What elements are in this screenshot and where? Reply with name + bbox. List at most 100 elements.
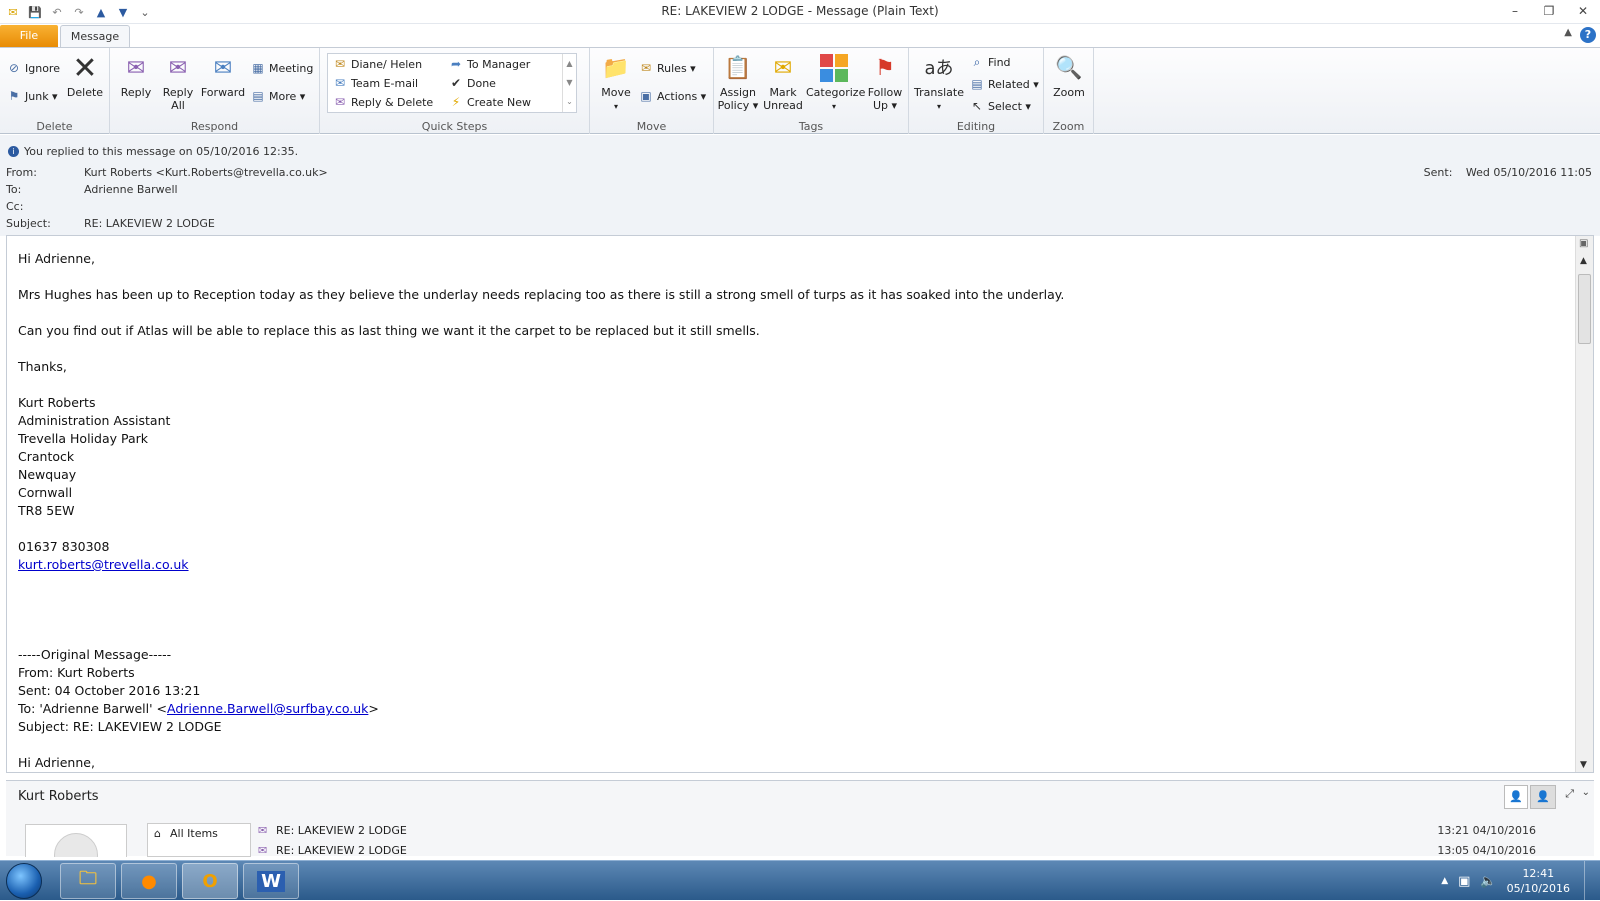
group-label-quick-steps: Quick Steps [421,120,488,133]
reply-button[interactable]: ✉ Reply [116,52,156,99]
tray-expand-icon[interactable]: ▲ [1441,876,1448,886]
meeting-button[interactable]: ▦ Meeting [250,60,313,76]
scroll-up-icon[interactable]: ▲ [1580,256,1587,266]
signature-email-link[interactable]: kurt.roberts@trevella.co.uk [18,557,189,572]
signature-phone: 01637 830308 [18,539,110,554]
junk-button[interactable]: ⚑ Junk ▾ [6,88,58,104]
categorize-button[interactable]: Categorize ▾ [806,52,865,113]
sent-value: Wed 05/10/2016 11:05 [1465,166,1592,179]
network-icon[interactable]: ▣ [1458,874,1470,889]
junk-icon: ⚑ [8,89,20,103]
flag-icon: ⚑ [875,55,895,81]
move-button[interactable]: 📁 Move ▾ [596,52,636,113]
person-icon[interactable]: 👤 [1504,785,1528,809]
more-icon: ▤ [252,89,264,103]
translate-button[interactable]: aあ Translate ▾ [911,52,967,113]
group-label-zoom: Zoom [1052,120,1085,133]
taskbar-explorer[interactable]: 🗀 [60,863,116,899]
folder-icon: 🗀 [79,868,97,889]
zoom-button[interactable]: 🔍 Zoom [1048,52,1090,99]
select-button[interactable]: ↖ Select ▾ [969,98,1031,114]
from-value[interactable]: Kurt Roberts <Kurt.Roberts@trevella.co.u… [84,166,328,179]
collapse-chevron-icon[interactable]: ⌄ [1582,787,1590,798]
reply-delete-icon: ✉ [334,95,346,109]
signature-address: Newquay [18,467,77,482]
window-title: RE: LAKEVIEW 2 LODGE - Message (Plain Te… [661,4,939,18]
message-text: Hi Adrienne, Mrs Hughes has been up to R… [18,250,1578,772]
start-button[interactable] [6,863,42,899]
signature-address: Cornwall [18,485,73,500]
quickstep-to-manager[interactable]: ➦ To Manager [448,56,530,72]
ignore-button[interactable]: ⊘ Ignore [6,60,60,76]
list-item[interactable]: ✉ RE: LAKEVIEW 2 LODGE 13:05 04/10/2016 [254,841,1584,861]
group-respond: ✉ Reply ✉ Reply All ✉ Forward ▦ Meeting … [110,48,320,134]
group-move: 📁 Move ▾ ✉ Rules ▾ ▣ Actions ▾ Move [590,48,714,134]
close-button[interactable]: ✕ [1566,0,1600,22]
restore-button[interactable]: ❐ [1532,0,1566,22]
message-body[interactable]: Hi Adrienne, Mrs Hughes has been up to R… [6,235,1594,773]
related-button[interactable]: ▤ Related ▾ [969,76,1038,92]
paragraph-2: Can you find out if Atlas will be able t… [18,323,760,338]
avatar [25,824,127,857]
quickstep-diane-helen[interactable]: ✉ Diane/ Helen [332,56,422,72]
meeting-icon: ▦ [252,61,264,75]
signature-title: Administration Assistant [18,413,171,428]
ignore-icon: ⊘ [8,61,20,75]
find-button[interactable]: ⌕ Find [969,54,1011,70]
people-pane-name[interactable]: Kurt Roberts [18,789,99,804]
all-items-tab[interactable]: ⌂ All Items [147,823,251,857]
list-item[interactable]: ✉ RE: LAKEVIEW 2 LODGE 13:21 04/10/2016 [254,821,1584,841]
minimize-button[interactable]: – [1498,0,1532,22]
quickstep-reply-delete[interactable]: ✉ Reply & Delete [332,94,433,110]
quickstep-create-new[interactable]: ⚡ Create New [448,94,531,110]
quick-steps-gallery: ✉ Diane/ Helen ➦ To Manager ✉ Team E-mai… [327,53,577,113]
original-sent: Sent: 04 October 2016 13:21 [18,683,201,698]
volume-icon[interactable]: 🔈 [1480,874,1496,889]
window-controls: – ❐ ✕ [1498,0,1600,22]
more-button[interactable]: ▤ More ▾ [250,88,305,104]
forward-arrow-icon: ➦ [450,57,462,71]
word-icon: W [257,870,285,892]
expand-icon[interactable]: ⤢ [1565,787,1574,801]
mark-unread-button[interactable]: ✉ Mark Unread [762,52,804,112]
reply-all-button[interactable]: ✉ Reply All [158,52,198,112]
original-to-email-link[interactable]: Adrienne.Barwell@surfbay.co.uk [167,701,368,716]
quickstep-icon: ✉ [334,57,346,71]
vertical-scrollbar[interactable]: ▣ ▲ ▼ [1575,236,1593,772]
scroll-down-icon[interactable]: ▼ [1580,760,1587,770]
info-bar[interactable]: i You replied to this message on 05/10/2… [8,145,298,158]
help-icon[interactable]: ? [1580,27,1596,43]
cursor-icon: ↖ [971,99,983,113]
quick-steps-scroll[interactable]: ▲ ▼ ⌄ [562,54,576,112]
collapse-ribbon-icon[interactable]: ▲ [1564,27,1572,43]
group-label-delete: Delete [36,120,73,133]
message-header: i You replied to this message on 05/10/2… [0,135,1600,236]
taskbar-firefox[interactable]: ● [121,863,177,899]
taskbar-word[interactable]: W [243,863,299,899]
group-label-editing: Editing [956,120,996,133]
taskbar: 🗀 ● O W ▲ ▣ 🔈 12:41 05/10/2016 [0,860,1600,901]
show-desktop-button[interactable] [1584,861,1600,901]
quickstep-team-email[interactable]: ✉ Team E-mail [332,75,418,91]
related-messages-list: ✉ RE: LAKEVIEW 2 LODGE 13:21 04/10/2016 … [254,821,1584,861]
tab-message[interactable]: Message [60,25,130,48]
avatar-thumbnail[interactable]: 👤 [1530,785,1556,809]
tab-file[interactable]: File [0,25,58,47]
clock[interactable]: 12:41 05/10/2016 [1507,866,1570,896]
scroll-settings-icon[interactable]: ▣ [1579,238,1588,249]
mark-unread-icon: ✉ [773,55,793,81]
actions-button[interactable]: ▣ Actions ▾ [638,88,706,104]
subject-label: Subject: [6,217,51,230]
to-value[interactable]: Adrienne Barwell [84,183,178,196]
binoculars-icon: ⌕ [973,54,981,69]
rules-button[interactable]: ✉ Rules ▾ [638,60,696,76]
follow-up-button[interactable]: ⚑ Follow Up ▾ [864,52,906,112]
taskbar-outlook[interactable]: O [182,863,238,899]
quickstep-done[interactable]: ✔ Done [448,75,496,91]
paragraph-1: Mrs Hughes has been up to Reception toda… [18,287,1065,302]
scrollbar-thumb[interactable] [1578,274,1591,344]
forward-button[interactable]: ✉ Forward [200,52,246,99]
original-greeting: Hi Adrienne, [18,755,95,770]
delete-button[interactable]: ✕ Delete [64,52,106,99]
assign-policy-button[interactable]: 📋 Assign Policy ▾ [716,52,760,112]
